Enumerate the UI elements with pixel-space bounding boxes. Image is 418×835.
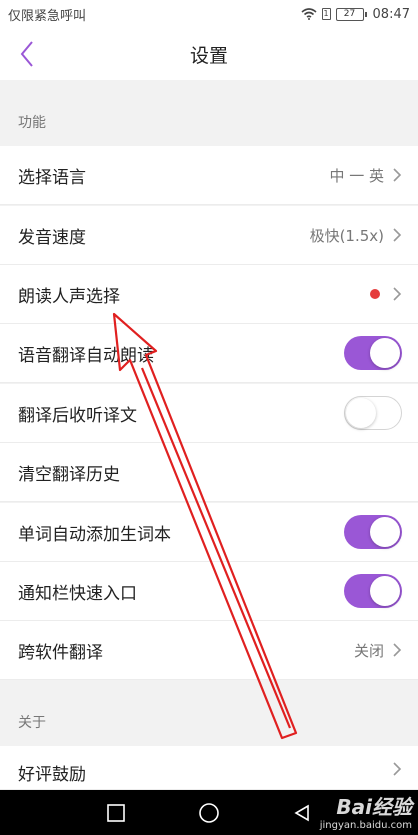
setting-label: 选择语言 bbox=[18, 167, 86, 188]
setting-rate-app[interactable]: 好评鼓励 bbox=[0, 746, 418, 790]
chevron-left-icon bbox=[20, 41, 33, 67]
setting-value-group: 中 一 英 bbox=[329, 165, 402, 186]
battery-icon: 27 bbox=[335, 7, 367, 21]
nav-recent-button[interactable] bbox=[101, 798, 131, 828]
sim-icon: 1 bbox=[321, 8, 331, 20]
setting-value-group bbox=[370, 286, 402, 302]
triangle-icon bbox=[294, 804, 309, 821]
auto-read-toggle[interactable] bbox=[344, 336, 402, 370]
section-header-function: 功能 bbox=[0, 80, 418, 144]
toggle-knob bbox=[370, 517, 400, 547]
setting-value-group: 关闭 bbox=[354, 640, 402, 661]
setting-value: 中 一 英 bbox=[329, 166, 384, 185]
setting-select-language[interactable]: 选择语言 中 一 英 bbox=[0, 146, 418, 205]
setting-voice-selection[interactable]: 朗读人声选择 bbox=[0, 265, 418, 324]
watermark-logo: Bai经验 bbox=[336, 795, 412, 819]
setting-value: 极快(1.5x) bbox=[309, 226, 384, 245]
status-icons: 1 27 08:47 bbox=[301, 7, 410, 22]
toggle-knob bbox=[346, 398, 376, 428]
setting-label: 翻译后收听译文 bbox=[18, 405, 137, 426]
back-button[interactable] bbox=[14, 38, 40, 70]
setting-value: 关闭 bbox=[353, 641, 384, 660]
nav-back-button[interactable] bbox=[287, 798, 317, 828]
setting-notification-entry: 通知栏快速入口 bbox=[0, 562, 418, 621]
app-header: 设置 bbox=[0, 28, 418, 80]
chevron-right-icon bbox=[393, 168, 402, 182]
chevron-right-icon bbox=[393, 762, 402, 776]
system-nav-bar: Bai经验 jingyan.baidu.com bbox=[0, 790, 418, 835]
new-badge-dot bbox=[370, 289, 380, 299]
chevron-right-icon bbox=[393, 228, 402, 242]
setting-label: 语音翻译自动朗读 bbox=[18, 345, 154, 366]
circle-icon bbox=[199, 802, 219, 823]
status-bar: 仅限紧急呼叫 1 27 08:47 bbox=[0, 0, 418, 28]
toggle-knob bbox=[370, 576, 400, 606]
setting-listen-after-translate: 翻译后收听译文 bbox=[0, 384, 418, 443]
wifi-icon bbox=[301, 8, 317, 20]
setting-pronunciation-speed[interactable]: 发音速度 极快(1.5x) bbox=[0, 206, 418, 265]
chevron-right-icon bbox=[393, 287, 402, 301]
setting-label: 跨软件翻译 bbox=[18, 642, 103, 663]
setting-clear-history[interactable]: 清空翻译历史 bbox=[0, 443, 418, 502]
setting-value-group: 极快(1.5x) bbox=[310, 225, 402, 246]
status-time: 08:47 bbox=[372, 6, 410, 22]
setting-label: 清空翻译历史 bbox=[18, 464, 120, 485]
watermark-url: jingyan.baidu.com bbox=[319, 820, 412, 831]
square-icon bbox=[107, 803, 126, 822]
nav-home-button[interactable] bbox=[194, 798, 224, 828]
page-title: 设置 bbox=[189, 44, 228, 67]
chevron-right-icon bbox=[393, 643, 402, 657]
setting-label: 好评鼓励 bbox=[18, 765, 86, 785]
setting-label: 通知栏快速入口 bbox=[18, 583, 137, 604]
toggle-knob bbox=[370, 338, 400, 368]
setting-auto-read-translation: 语音翻译自动朗读 bbox=[0, 324, 418, 383]
setting-label: 单词自动添加生词本 bbox=[18, 524, 171, 545]
watermark: Bai经验 jingyan.baidu.com bbox=[320, 791, 412, 831]
setting-label: 朗读人声选择 bbox=[18, 286, 120, 307]
listen-after-toggle[interactable] bbox=[344, 396, 402, 430]
section-header-about: 关于 bbox=[0, 680, 418, 744]
setting-auto-add-vocab: 单词自动添加生词本 bbox=[0, 503, 418, 562]
setting-cross-app-translate[interactable]: 跨软件翻译 关闭 bbox=[0, 621, 418, 680]
notification-toggle[interactable] bbox=[344, 574, 402, 608]
setting-label: 发音速度 bbox=[18, 227, 86, 248]
carrier-text: 仅限紧急呼叫 bbox=[8, 8, 87, 24]
auto-vocab-toggle[interactable] bbox=[344, 515, 402, 549]
